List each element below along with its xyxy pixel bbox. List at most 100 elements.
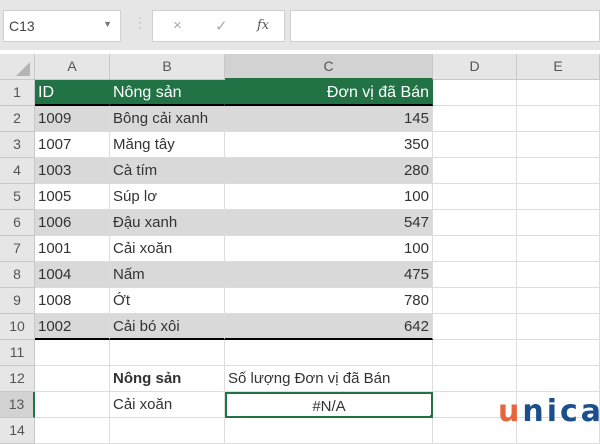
header-product[interactable]: Nông sản: [110, 80, 225, 106]
name-box[interactable]: C13 ▼: [3, 10, 121, 42]
cell[interactable]: [433, 132, 517, 158]
column-header-e[interactable]: E: [517, 54, 600, 80]
cell[interactable]: [225, 418, 433, 444]
cell[interactable]: [517, 132, 600, 158]
cell[interactable]: [433, 80, 517, 106]
cell[interactable]: [517, 262, 600, 288]
cell-product[interactable]: Ớt: [110, 288, 225, 314]
enter-icon[interactable]: ✓: [215, 17, 228, 35]
cell[interactable]: [433, 288, 517, 314]
table-row: 4 1003 Cà tím 280: [0, 158, 600, 184]
cell[interactable]: [433, 106, 517, 132]
column-header-c[interactable]: C: [225, 54, 433, 80]
table-row: 12 Nông sản Số lượng Đơn vị đã Bán: [0, 366, 600, 392]
row-header[interactable]: 11: [0, 340, 35, 366]
insert-function-icon[interactable]: fx: [257, 18, 269, 33]
selected-cell-c13[interactable]: #N/A: [225, 392, 433, 418]
cell-units[interactable]: 100: [225, 184, 433, 210]
lookup-product-label[interactable]: Nông sản: [110, 366, 225, 392]
row-header[interactable]: 1: [0, 80, 35, 106]
row-header[interactable]: 10: [0, 314, 35, 340]
cell[interactable]: [433, 236, 517, 262]
row-header[interactable]: 6: [0, 210, 35, 236]
cell-units[interactable]: 547: [225, 210, 433, 236]
column-header-a[interactable]: A: [35, 54, 110, 80]
row-header[interactable]: 3: [0, 132, 35, 158]
cell-product[interactable]: Cải xoăn: [110, 236, 225, 262]
cell-id[interactable]: 1002: [35, 314, 110, 340]
cancel-icon[interactable]: ×: [173, 17, 182, 34]
cell[interactable]: [517, 106, 600, 132]
cell[interactable]: [517, 314, 600, 340]
cell[interactable]: [517, 236, 600, 262]
cell[interactable]: [35, 418, 110, 444]
cell-id[interactable]: 1006: [35, 210, 110, 236]
cell-id[interactable]: 1005: [35, 184, 110, 210]
row-header[interactable]: 12: [0, 366, 35, 392]
cell[interactable]: [433, 210, 517, 236]
logo-rest: nica: [522, 394, 600, 429]
cell[interactable]: [517, 340, 600, 366]
cell[interactable]: [110, 418, 225, 444]
cell[interactable]: [433, 158, 517, 184]
cell[interactable]: [517, 288, 600, 314]
row-header[interactable]: 9: [0, 288, 35, 314]
cell-id[interactable]: 1003: [35, 158, 110, 184]
select-all-button[interactable]: [0, 54, 35, 80]
cell-id[interactable]: 1009: [35, 106, 110, 132]
cell[interactable]: [517, 366, 600, 392]
cell-units[interactable]: 780: [225, 288, 433, 314]
cell[interactable]: [517, 184, 600, 210]
cell-product[interactable]: Bông cải xanh: [110, 106, 225, 132]
cell[interactable]: [517, 80, 600, 106]
cell-id[interactable]: 1001: [35, 236, 110, 262]
header-units[interactable]: Đơn vị đã Bán: [225, 80, 433, 106]
cell-product[interactable]: Súp lơ: [110, 184, 225, 210]
cell-units[interactable]: 642: [225, 314, 433, 340]
column-header-d[interactable]: D: [433, 54, 517, 80]
cell-product[interactable]: Nấm: [110, 262, 225, 288]
cell[interactable]: [35, 366, 110, 392]
cell[interactable]: [110, 340, 225, 366]
cell[interactable]: [225, 340, 433, 366]
row-header[interactable]: 7: [0, 236, 35, 262]
cell-units[interactable]: 475: [225, 262, 433, 288]
row-header[interactable]: 8: [0, 262, 35, 288]
row-header[interactable]: 4: [0, 158, 35, 184]
cell-units[interactable]: 145: [225, 106, 433, 132]
cell[interactable]: [433, 184, 517, 210]
formula-buttons: × ✓ fx: [152, 10, 285, 42]
table-row: 6 1006 Đậu xanh 547: [0, 210, 600, 236]
lookup-product-value[interactable]: Cải xoăn: [110, 392, 225, 418]
cell[interactable]: [35, 392, 110, 418]
cell[interactable]: [433, 340, 517, 366]
formula-input[interactable]: [290, 10, 600, 42]
column-header-b[interactable]: B: [110, 54, 225, 80]
cell-product[interactable]: Măng tây: [110, 132, 225, 158]
cell[interactable]: [433, 314, 517, 340]
table-row: 3 1007 Măng tây 350: [0, 132, 600, 158]
cell[interactable]: [433, 366, 517, 392]
cell[interactable]: [517, 158, 600, 184]
cell[interactable]: [35, 340, 110, 366]
cell-units[interactable]: 350: [225, 132, 433, 158]
chevron-down-icon[interactable]: ▼: [103, 19, 112, 29]
cell-product[interactable]: Cải bó xôi: [110, 314, 225, 340]
cell[interactable]: [517, 210, 600, 236]
header-id[interactable]: ID: [35, 80, 110, 106]
cell[interactable]: [433, 262, 517, 288]
row-header[interactable]: 14: [0, 418, 35, 444]
lookup-units-label[interactable]: Số lượng Đơn vị đã Bán: [225, 366, 433, 392]
cell-id[interactable]: 1008: [35, 288, 110, 314]
cell-units[interactable]: 280: [225, 158, 433, 184]
cell-product[interactable]: Cà tím: [110, 158, 225, 184]
row-header[interactable]: 2: [0, 106, 35, 132]
cell-id[interactable]: 1007: [35, 132, 110, 158]
row-header[interactable]: 5: [0, 184, 35, 210]
cell-units[interactable]: 100: [225, 236, 433, 262]
cell-id[interactable]: 1004: [35, 262, 110, 288]
unica-logo: unica: [498, 394, 600, 429]
row-header[interactable]: 13: [0, 392, 35, 418]
cell-product[interactable]: Đậu xanh: [110, 210, 225, 236]
table-row: 11: [0, 340, 600, 366]
